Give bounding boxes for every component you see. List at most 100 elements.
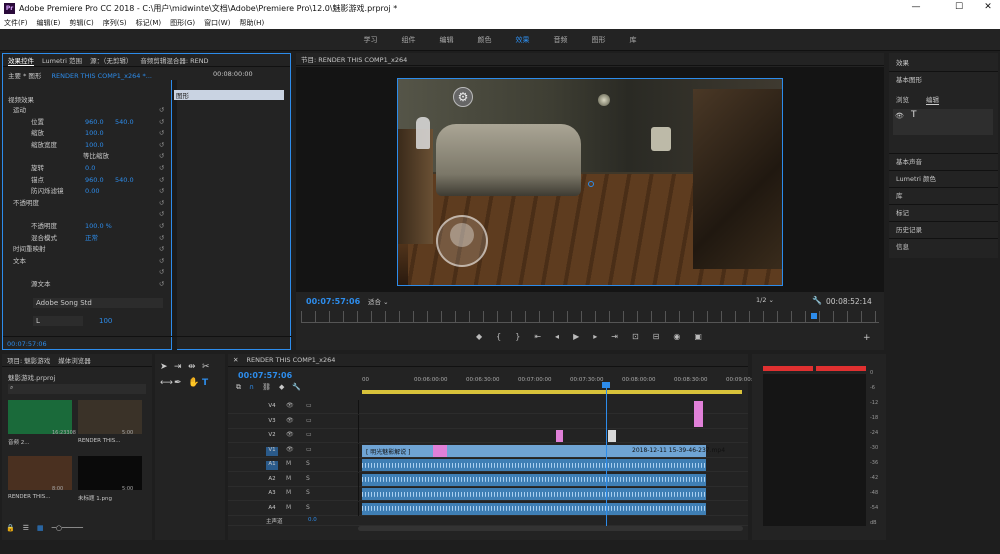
mute-icon[interactable]: M bbox=[286, 489, 291, 496]
right-panel-item[interactable]: 信息 bbox=[889, 238, 998, 255]
joystick-knob[interactable] bbox=[450, 223, 474, 247]
workspace-tab-5[interactable]: 音频 bbox=[554, 35, 568, 45]
solo-icon[interactable]: S bbox=[306, 460, 310, 467]
icon-view-icon[interactable]: ▦ bbox=[37, 524, 44, 534]
track-label[interactable]: A1 bbox=[266, 461, 278, 470]
effect-row[interactable]: 缩放 100.0 ↺ bbox=[3, 127, 169, 139]
reset-icon[interactable]: ↺ bbox=[159, 255, 164, 267]
reset-icon[interactable]: ↺ bbox=[159, 243, 164, 255]
workspace-tab-1[interactable]: 组件 bbox=[402, 35, 416, 45]
menu-item-4[interactable]: 标记(M) bbox=[136, 18, 162, 28]
effect-row[interactable]: 不透明度 100.0 % ↺ bbox=[3, 220, 169, 232]
toggle-output-icon[interactable]: ▭ bbox=[306, 431, 312, 438]
settings-gear-icon[interactable]: ⚙ bbox=[453, 87, 473, 107]
snap-icon[interactable]: ∩ bbox=[249, 383, 254, 392]
project-item[interactable]: 音频 2... 16:23308 bbox=[8, 400, 76, 454]
video-frame[interactable]: ⚙ bbox=[397, 78, 783, 286]
add-marker-icon[interactable]: ◆ bbox=[279, 383, 284, 392]
reset-icon[interactable]: ↺ bbox=[159, 278, 164, 290]
workspace-tab-7[interactable]: 库 bbox=[630, 35, 637, 45]
reset-icon[interactable]: ↺ bbox=[159, 174, 164, 186]
track-v2[interactable]: V2 👁 ▭ bbox=[228, 429, 748, 443]
reset-icon[interactable]: ↺ bbox=[159, 150, 164, 162]
audio-clip[interactable] bbox=[362, 502, 706, 515]
solo-icon[interactable]: S bbox=[306, 475, 310, 482]
right-panel-item[interactable]: 历史记录 bbox=[889, 221, 998, 238]
timeline-close-icon[interactable]: ✕ bbox=[233, 356, 238, 364]
mute-icon[interactable]: M bbox=[286, 504, 291, 511]
eye-icon[interactable]: 👁 bbox=[895, 112, 904, 120]
mute-icon[interactable]: M bbox=[286, 475, 291, 482]
step-forward-icon[interactable]: ▸ bbox=[593, 332, 597, 344]
effect-row-value[interactable]: 960.0 bbox=[85, 116, 104, 128]
reset-icon[interactable]: ↺ bbox=[159, 162, 164, 174]
effect-row[interactable]: ↺ bbox=[3, 266, 169, 278]
ec-graphic-clip[interactable]: 图形 bbox=[174, 90, 284, 100]
anchor-point-icon[interactable] bbox=[588, 181, 594, 187]
menu-item-6[interactable]: 窗口(W) bbox=[204, 18, 230, 28]
eye-icon[interactable]: 👁 bbox=[286, 431, 294, 438]
go-to-out-icon[interactable]: ⇥ bbox=[611, 332, 618, 344]
track-label[interactable]: V3 bbox=[266, 418, 278, 427]
graphic-clip[interactable] bbox=[433, 444, 447, 457]
effect-row[interactable]: 文本 ↺ bbox=[3, 255, 169, 267]
effect-row[interactable]: 源文本 ↺ bbox=[3, 278, 169, 290]
effect-row[interactable]: 锚点 960.0 540.0 ↺ bbox=[3, 174, 169, 186]
ec-tab-2[interactable]: 源：（无剪辑） bbox=[90, 55, 132, 65]
track-label[interactable]: A2 bbox=[266, 476, 278, 485]
effect-row[interactable]: 不透明度 ↺ bbox=[3, 197, 169, 209]
workspace-tab-4[interactable]: 效果 bbox=[516, 35, 530, 45]
reset-icon[interactable]: ↺ bbox=[159, 185, 164, 197]
go-to-in-icon[interactable]: ⇤ bbox=[534, 332, 541, 344]
right-panel-item[interactable]: Lumetri 颜色 bbox=[889, 170, 998, 187]
audio-clip[interactable] bbox=[362, 473, 706, 486]
crouch-figure-icon[interactable] bbox=[416, 117, 430, 149]
lock-icon[interactable]: 🔒 bbox=[6, 524, 15, 534]
quality-dropdown[interactable]: 1/2 ⌄ bbox=[756, 296, 801, 306]
work-area-bar[interactable] bbox=[362, 390, 742, 394]
layer-list[interactable]: 👁 T bbox=[893, 109, 993, 135]
reset-icon[interactable]: ↺ bbox=[159, 266, 164, 278]
track-select-tool-icon[interactable]: ⇥ bbox=[174, 362, 188, 372]
solo-icon[interactable]: S bbox=[306, 489, 310, 496]
font-style-dropdown[interactable]: L bbox=[33, 316, 83, 326]
effect-row-value-2[interactable]: 540.0 bbox=[115, 116, 134, 128]
effect-row-value[interactable]: 100.0 % bbox=[85, 220, 112, 232]
track-label[interactable]: V2 bbox=[266, 432, 278, 441]
media-browser-tab[interactable]: 媒体浏览器 bbox=[58, 355, 91, 365]
joystick-ring[interactable] bbox=[436, 215, 488, 267]
project-item[interactable]: 未标题 1.png 5:00 bbox=[78, 456, 142, 510]
effect-row-value[interactable]: 正常 bbox=[85, 232, 98, 244]
ec-tab-3[interactable]: 音频剪辑混合器: REND bbox=[140, 55, 208, 65]
slip-tool-icon[interactable]: ⟷ bbox=[160, 378, 174, 388]
selection-tool-icon[interactable]: ➤ bbox=[160, 362, 174, 372]
effect-row[interactable]: 位置 960.0 540.0 ↺ bbox=[3, 116, 169, 128]
font-size-value[interactable]: 100 bbox=[99, 317, 112, 325]
playhead-handle[interactable] bbox=[602, 382, 610, 388]
master-clip-label[interactable]: 主要 * 图形 bbox=[8, 72, 41, 80]
workspace-tab-2[interactable]: 编辑 bbox=[440, 35, 454, 45]
menu-item-3[interactable]: 序列(S) bbox=[103, 18, 127, 28]
camera-icon[interactable]: ◉ bbox=[673, 332, 680, 344]
ec-tab-0[interactable]: 效果控件 bbox=[8, 55, 34, 66]
effect-row-value[interactable]: 0.0 bbox=[85, 162, 95, 174]
right-panel-item[interactable]: 标记 bbox=[889, 204, 998, 221]
video-clip[interactable]: [ 明光魅影解说 ] 2018-12-11 15-39-46-237.mp4 bbox=[362, 444, 725, 457]
project-item[interactable]: RENDER THIS... 5:00 bbox=[78, 400, 142, 454]
program-playhead[interactable] bbox=[811, 313, 817, 319]
zoom-slider[interactable]: ─○───── bbox=[52, 524, 83, 534]
list-view-icon[interactable]: ☰ bbox=[23, 524, 29, 534]
track-a4[interactable]: A4 M S bbox=[228, 501, 748, 516]
maximize-button[interactable]: ☐ bbox=[951, 2, 967, 12]
fit-dropdown[interactable]: 适合 ⌄ bbox=[368, 296, 413, 306]
effect-row[interactable]: 旋转 0.0 ↺ bbox=[3, 162, 169, 174]
effect-row[interactable]: 缩放宽度 100.0 ↺ bbox=[3, 139, 169, 151]
reset-icon[interactable]: ↺ bbox=[159, 139, 164, 151]
project-tab[interactable]: 项目: 魅影游戏 bbox=[7, 355, 50, 365]
effect-row[interactable]: 等比缩放 ↺ bbox=[3, 150, 169, 162]
reset-icon[interactable]: ↺ bbox=[159, 232, 164, 244]
hand-tool-icon[interactable]: ✋ bbox=[188, 378, 202, 388]
track-label[interactable]: A4 bbox=[266, 505, 278, 514]
reset-icon[interactable]: ↺ bbox=[159, 197, 164, 209]
graphic-clip[interactable] bbox=[694, 401, 703, 427]
